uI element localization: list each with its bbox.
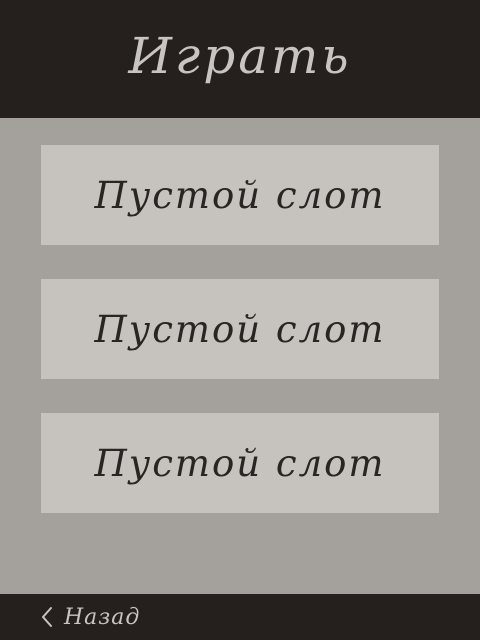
chevron-left-icon bbox=[38, 605, 56, 629]
save-slot-button-1[interactable]: Пустой слот bbox=[41, 145, 439, 245]
save-slot-label: Пустой слот bbox=[94, 307, 386, 351]
title-bar: Играть bbox=[0, 0, 480, 118]
back-button[interactable]: Назад bbox=[38, 594, 140, 640]
page-title: Играть bbox=[128, 27, 352, 85]
save-slot-list: Пустой слот Пустой слот Пустой слот bbox=[41, 145, 439, 547]
save-slot-button-3[interactable]: Пустой слот bbox=[41, 413, 439, 513]
bottom-bar: Назад bbox=[0, 594, 480, 640]
save-slot-button-2[interactable]: Пустой слот bbox=[41, 279, 439, 379]
save-slot-label: Пустой слот bbox=[94, 173, 386, 217]
save-slot-label: Пустой слот bbox=[94, 441, 386, 485]
back-label: Назад bbox=[64, 605, 141, 630]
